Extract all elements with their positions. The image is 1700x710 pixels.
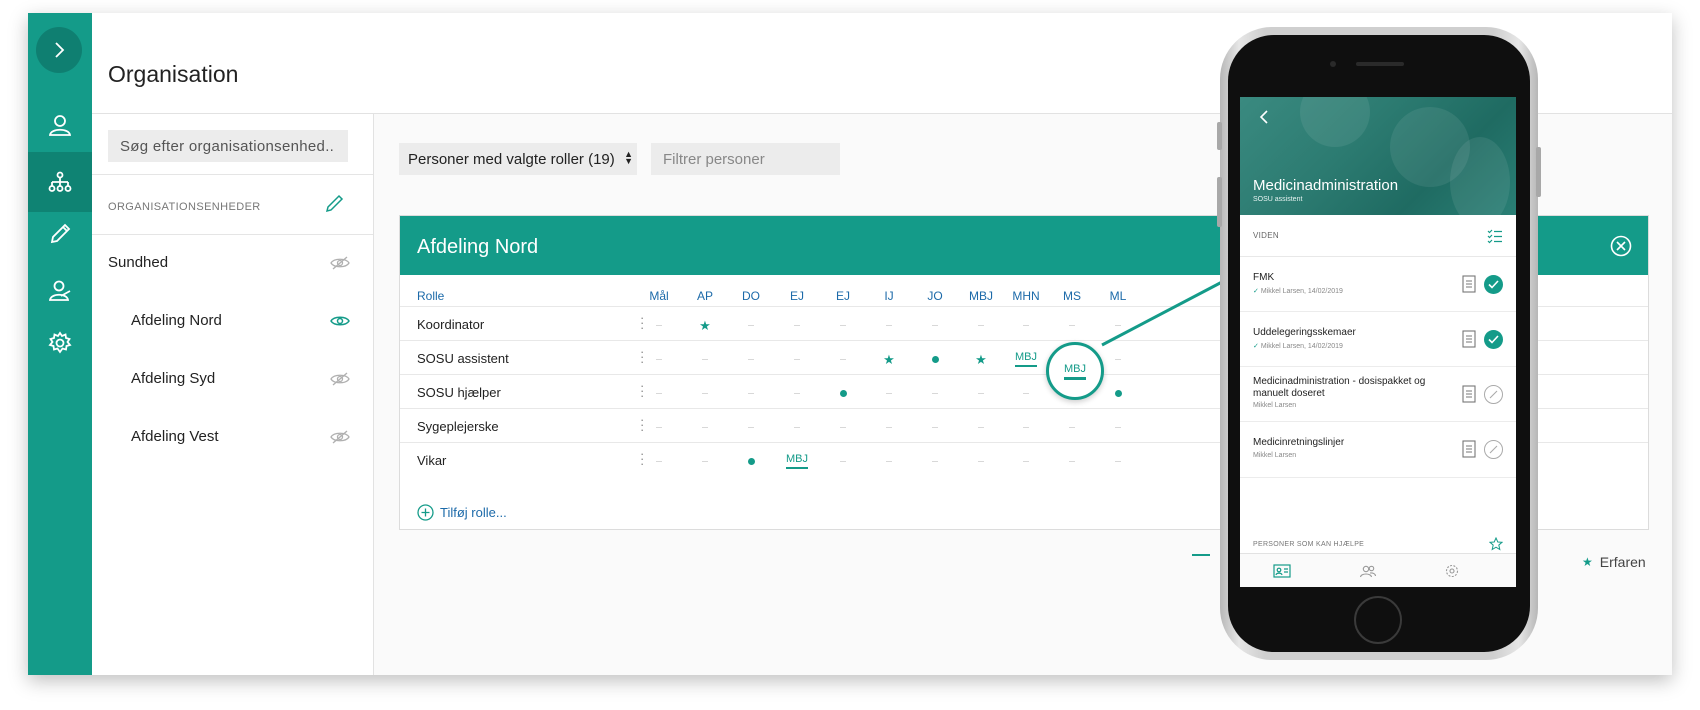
knowledge-item-author: Mikkel Larsen, 14/02/2019	[1260, 288, 1343, 295]
back-button[interactable]	[1258, 109, 1270, 130]
knowledge-label: VIDEN	[1253, 231, 1279, 240]
phone-side-button	[1536, 147, 1541, 197]
phone-side-button	[1217, 177, 1222, 227]
knowledge-item-meta: Mikkel Larsen	[1253, 452, 1296, 459]
screen-title: Medicinadministration	[1253, 177, 1399, 194]
hero-banner: Medicinadministration SOSU assistent	[1240, 97, 1516, 227]
checklist-icon[interactable]	[1487, 228, 1503, 244]
check-small-icon: ✓	[1253, 288, 1261, 295]
knowledge-header: VIDEN	[1240, 215, 1516, 257]
phone-side-button	[1217, 122, 1222, 150]
knowledge-item-title: Medicinadministration - dosispakket og m…	[1253, 376, 1426, 399]
knowledge-item-title: Medicinretningslinjer	[1253, 437, 1345, 448]
knowledge-item-author: Mikkel Larsen	[1253, 402, 1297, 409]
phone-camera	[1330, 61, 1336, 67]
chevron-left-icon	[1259, 110, 1268, 124]
knowledge-item-meta: ✓ Mikkel Larsen, 14/02/2019	[1253, 287, 1343, 295]
knowledge-item-meta: ✓ Mikkel Larsen, 14/02/2019	[1253, 342, 1343, 350]
knowledge-item-title: Uddelegeringsskemaer	[1253, 327, 1356, 338]
knowledge-item-meta: Mikkel Larsen	[1253, 402, 1296, 409]
callout-initials: MBJ	[1064, 363, 1086, 380]
knowledge-item[interactable]: Medicinretningslinjer Mikkel Larsen	[1240, 422, 1516, 478]
id-card-icon[interactable]	[1273, 564, 1291, 578]
document-icon[interactable]	[1462, 330, 1476, 353]
hero-decoration	[1300, 97, 1370, 147]
phone-home-button	[1354, 596, 1402, 644]
check-small-icon: ✓	[1253, 343, 1261, 350]
helpers-label: PERSONER SOM KAN HJÆLPE	[1253, 541, 1365, 548]
phone-speaker	[1356, 62, 1404, 66]
knowledge-item[interactable]: FMK ✓ Mikkel Larsen, 14/02/2019	[1240, 257, 1516, 312]
mbj-callout[interactable]: MBJ	[1046, 342, 1104, 400]
gear-icon[interactable]	[1445, 564, 1459, 578]
star-outline-icon[interactable]	[1489, 537, 1503, 551]
knowledge-item[interactable]: Medicinadministration - dosispakket og m…	[1240, 367, 1516, 422]
document-icon[interactable]	[1462, 275, 1476, 298]
document-icon[interactable]	[1462, 440, 1476, 463]
hero-decoration	[1450, 137, 1510, 227]
knowledge-item-title: FMK	[1253, 272, 1275, 283]
phone-tab-bar	[1240, 553, 1516, 587]
check-pending-icon[interactable]	[1484, 385, 1503, 404]
knowledge-item[interactable]: Uddelegeringsskemaer ✓ Mikkel Larsen, 14/…	[1240, 312, 1516, 367]
phone-screen: Medicinadministration SOSU assistent VID…	[1240, 97, 1516, 587]
knowledge-item-author: Mikkel Larsen	[1253, 452, 1297, 459]
check-pending-icon[interactable]	[1484, 440, 1503, 459]
check-done-icon[interactable]	[1484, 275, 1503, 294]
people-icon[interactable]	[1359, 564, 1377, 578]
document-icon[interactable]	[1462, 385, 1476, 408]
check-done-icon[interactable]	[1484, 330, 1503, 349]
knowledge-item-author: Mikkel Larsen, 14/02/2019	[1260, 343, 1343, 350]
screen-subtitle: SOSU assistent	[1253, 196, 1303, 203]
